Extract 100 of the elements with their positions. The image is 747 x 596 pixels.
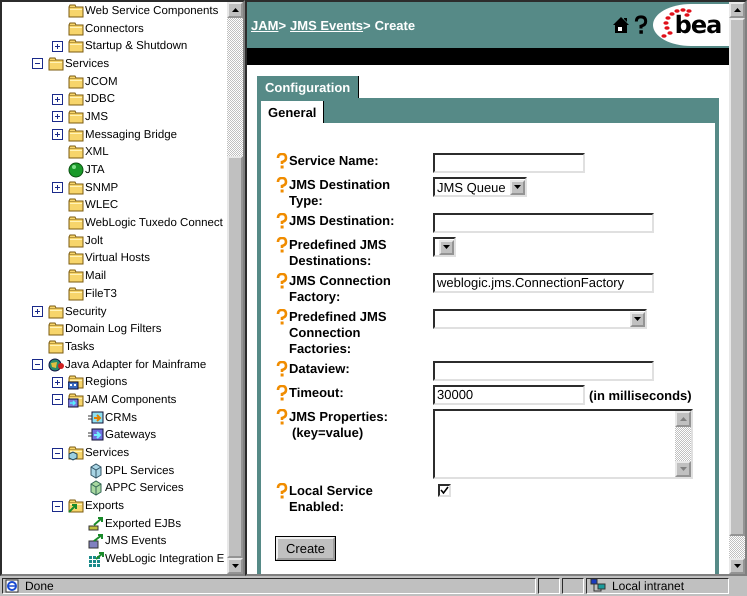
input-field[interactable] [433,213,654,233]
zone-text: Local intranet [612,579,684,593]
status-panel [562,578,584,594]
caret-icon [443,245,450,249]
folder-icon [68,38,84,54]
scrollbar[interactable] [227,2,243,574]
tree-item[interactable]: SNMP [85,182,118,194]
dropdown[interactable]: JMS Queue [433,177,527,197]
cube-icon [88,462,104,479]
field-label: Timeout: [289,385,344,401]
bean-arrow-icon [88,516,104,532]
tree-item[interactable]: JAM Components [85,394,176,406]
tree-item[interactable]: Tasks [65,340,94,353]
status-panel [538,578,560,594]
tree-item[interactable]: Security [65,306,107,318]
field-label: JMS Destination: [289,213,394,229]
input-field[interactable]: weblogic.jms.ConnectionFactory [433,273,654,293]
up-arrow-icon[interactable] [734,8,740,12]
tree-item[interactable]: JTA [85,164,105,176]
collapse-icon[interactable] [52,448,63,459]
tree-item[interactable]: DPL Services [105,464,174,477]
scrollbar[interactable] [729,2,745,574]
breadcrumb-link[interactable]: JMS Events [290,18,364,32]
tree-item[interactable]: Mail [85,270,106,282]
input-field[interactable]: 30000 [433,385,585,405]
tree-item[interactable]: CRMs [105,412,137,424]
expand-icon[interactable] [52,182,63,194]
folder-icon [48,338,64,355]
tree-item[interactable]: Exported EJBs [105,518,182,530]
tree-item[interactable]: Connectors [85,22,144,35]
down-arrow-icon[interactable] [232,564,238,568]
expand-icon[interactable] [52,129,63,140]
up-arrow-icon[interactable] [232,8,238,12]
field-label: JMS Properties: [289,409,388,425]
tab[interactable]: Configuration [257,76,360,98]
collapse-icon[interactable] [32,359,43,370]
expand-icon[interactable] [52,94,63,105]
breadcrumb-current: Create [374,18,416,32]
tree-item[interactable]: JMS Events [105,535,166,548]
folder-icon [68,232,84,249]
tree-item[interactable]: Virtual Hosts [85,252,150,264]
arrow-folder-icon [68,392,84,408]
input-field[interactable] [433,361,654,381]
folder-icon [68,286,84,302]
field-label: JMS Destination Type: [289,177,392,209]
folder-icon [48,304,64,320]
home-icon[interactable] [612,16,630,34]
tree-item[interactable]: JDBC [85,93,116,106]
collapse-icon[interactable] [52,500,63,512]
tree-item[interactable]: WLEC [85,199,118,212]
folder-icon [68,215,84,232]
tree-item[interactable]: FileT3 [85,288,117,300]
folder-icon [48,56,64,72]
tree-item[interactable]: Messaging Bridge [85,128,178,141]
down-arrow-icon[interactable] [734,564,740,568]
arrow-box-icon [88,427,104,444]
expand-icon[interactable] [52,40,63,52]
tree-item[interactable]: Regions [85,376,128,388]
arrow-folder-icon [68,498,84,514]
expand-icon[interactable] [52,111,63,122]
network-icon [590,579,606,593]
globe-icon [48,356,64,373]
folder-icon [68,197,84,214]
field-label: Predefined JMS Destinations: [289,237,388,269]
input-field[interactable] [433,153,585,173]
field-label: Predefined JMS Connection Factories: [289,309,388,357]
caret-icon [514,185,521,189]
create-button[interactable]: Create [276,537,336,560]
collapse-icon[interactable] [52,394,63,406]
browser-icon [5,579,19,593]
tree-item[interactable]: WebLogic Integration E [105,553,224,566]
field-hint: (key=value) [292,425,364,441]
help-icon[interactable] [634,15,648,35]
tree-item[interactable]: APPC Services [105,482,184,494]
folder-icon [68,180,84,196]
tree-item[interactable]: JCOM [85,76,118,88]
folder-icon [68,2,84,19]
tree-item[interactable]: Gateways [105,429,156,442]
checkbox[interactable] [438,484,451,497]
folder-icon [68,250,84,266]
tree-item[interactable]: Services [85,447,130,460]
tree-item[interactable]: JMS [85,110,108,123]
dropdown[interactable] [433,309,647,329]
tree-item[interactable]: Web Service Components [85,4,218,17]
tree-item[interactable]: Exports [85,500,124,512]
tab[interactable]: General [261,101,324,123]
tree-item[interactable]: Java Adapter for Mainframe [65,358,206,371]
tree-item[interactable]: Jolt [85,234,103,247]
tree-item[interactable]: Services [65,58,110,70]
tree-item[interactable]: XML [85,146,109,158]
status-ball-icon [68,162,84,178]
expand-icon[interactable] [52,376,63,388]
dropdown[interactable] [433,237,456,257]
tree-item[interactable]: WebLogic Tuxedo Connect [85,217,223,230]
expand-icon[interactable] [32,306,43,318]
collapse-icon[interactable] [32,58,43,70]
tree-item[interactable]: Domain Log Filters [65,323,162,336]
folder-icon [68,91,84,108]
breadcrumb-link[interactable]: JAM [251,18,278,32]
tree-item[interactable]: Startup & Shutdown [85,40,188,52]
